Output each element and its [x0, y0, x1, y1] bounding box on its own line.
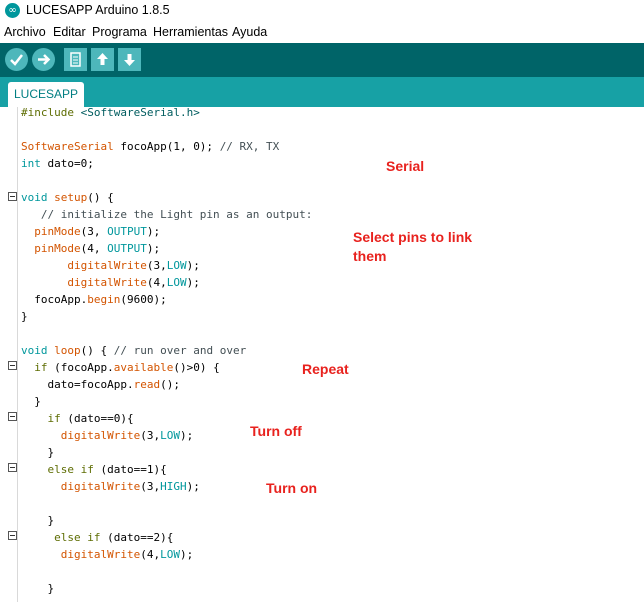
- code-line-else-if-2: else if (dato==2){: [21, 531, 174, 544]
- code-line-if-dato-0: if (dato==0){: [21, 412, 134, 425]
- fold-toggle-icon[interactable]: [8, 531, 17, 540]
- code-line-close-brace: }: [21, 514, 55, 527]
- upload-button[interactable]: [32, 48, 55, 71]
- arrow-right-icon: [38, 54, 51, 65]
- fold-toggle-icon[interactable]: [8, 192, 17, 201]
- annotation-select-pins-line2: them: [353, 248, 387, 264]
- annotation-turn-on: Turn on: [266, 480, 318, 496]
- code-line-include: #include <SoftwareSerial.h>: [21, 107, 200, 119]
- code-line-pinmode-3: pinMode(3, OUTPUT);: [21, 225, 161, 238]
- fold-gutter: [17, 107, 18, 602]
- code-line-setup: void setup() {: [21, 191, 114, 204]
- code-line-close-brace: }: [21, 582, 55, 595]
- code-line-write-3-low: digitalWrite(3,LOW);: [21, 429, 194, 442]
- annotation-turn-off: Turn off: [250, 423, 302, 439]
- fold-toggle-icon[interactable]: [8, 412, 17, 421]
- arrow-up-icon: [97, 53, 108, 65]
- window-title: LUCESAPP Arduino 1.8.5: [26, 3, 170, 17]
- fold-toggle-icon[interactable]: [8, 463, 17, 472]
- code-line-comment: // initialize the Light pin as an output…: [21, 208, 313, 221]
- code-line-dato-decl: int dato=0;: [21, 157, 94, 170]
- arrow-down-icon: [124, 54, 135, 66]
- title-bar: ∞ LUCESAPP Arduino 1.8.5: [0, 0, 644, 22]
- toolbar: [0, 43, 644, 77]
- checkmark-icon: [10, 54, 23, 66]
- arduino-infinity-icon: ∞: [5, 3, 20, 18]
- code-line-pinmode-4: pinMode(4, OUTPUT);: [21, 242, 161, 255]
- new-file-icon: [70, 52, 81, 67]
- code-line-loop: void loop() { // run over and over: [21, 344, 247, 357]
- code-line-if-available: if (focoApp.available()>0) {: [21, 361, 220, 374]
- code-line-digitalwrite-4: digitalWrite(4,LOW);: [21, 276, 200, 289]
- new-sketch-button[interactable]: [64, 48, 87, 71]
- menu-bar: Archivo Editar Programa Herramientas Ayu…: [0, 22, 644, 42]
- code-editor[interactable]: #include <SoftwareSerial.h> SoftwareSeri…: [0, 107, 644, 602]
- save-button[interactable]: [118, 48, 141, 71]
- tab-bar: LUCESAPP: [0, 77, 644, 107]
- annotation-select-pins-line1: Select pins to link: [353, 229, 473, 245]
- verify-button[interactable]: [5, 48, 28, 71]
- menu-archivo[interactable]: Archivo: [4, 25, 46, 39]
- code-line-digitalwrite-3: digitalWrite(3,LOW);: [21, 259, 200, 272]
- menu-ayuda[interactable]: Ayuda: [232, 25, 267, 39]
- code-line-write-3-high: digitalWrite(3,HIGH);: [21, 480, 200, 493]
- code-line-close-brace: }: [21, 395, 41, 408]
- code-line-softwareserial: SoftwareSerial focoApp(1, 0); // RX, TX: [21, 140, 280, 153]
- tab-label: LUCESAPP: [13, 87, 79, 101]
- open-button[interactable]: [91, 48, 114, 71]
- menu-programa[interactable]: Programa: [92, 25, 147, 39]
- menu-herramientas[interactable]: Herramientas: [153, 25, 228, 39]
- code-line-read: dato=focoApp.read();: [21, 378, 180, 391]
- menu-editar[interactable]: Editar: [53, 25, 86, 39]
- code-line-close-brace: }: [21, 310, 28, 323]
- code-line-close-brace: }: [21, 446, 55, 459]
- code-line-write-4-low: digitalWrite(4,LOW);: [21, 548, 194, 561]
- annotation-repeat: Repeat: [302, 361, 349, 377]
- code-line-else-if-1: else if (dato==1){: [21, 463, 167, 476]
- fold-toggle-icon[interactable]: [8, 361, 17, 370]
- tab-lucesapp[interactable]: LUCESAPP: [8, 82, 84, 107]
- code-line-begin: focoApp.begin(9600);: [21, 293, 167, 306]
- annotation-serial: Serial: [386, 158, 425, 174]
